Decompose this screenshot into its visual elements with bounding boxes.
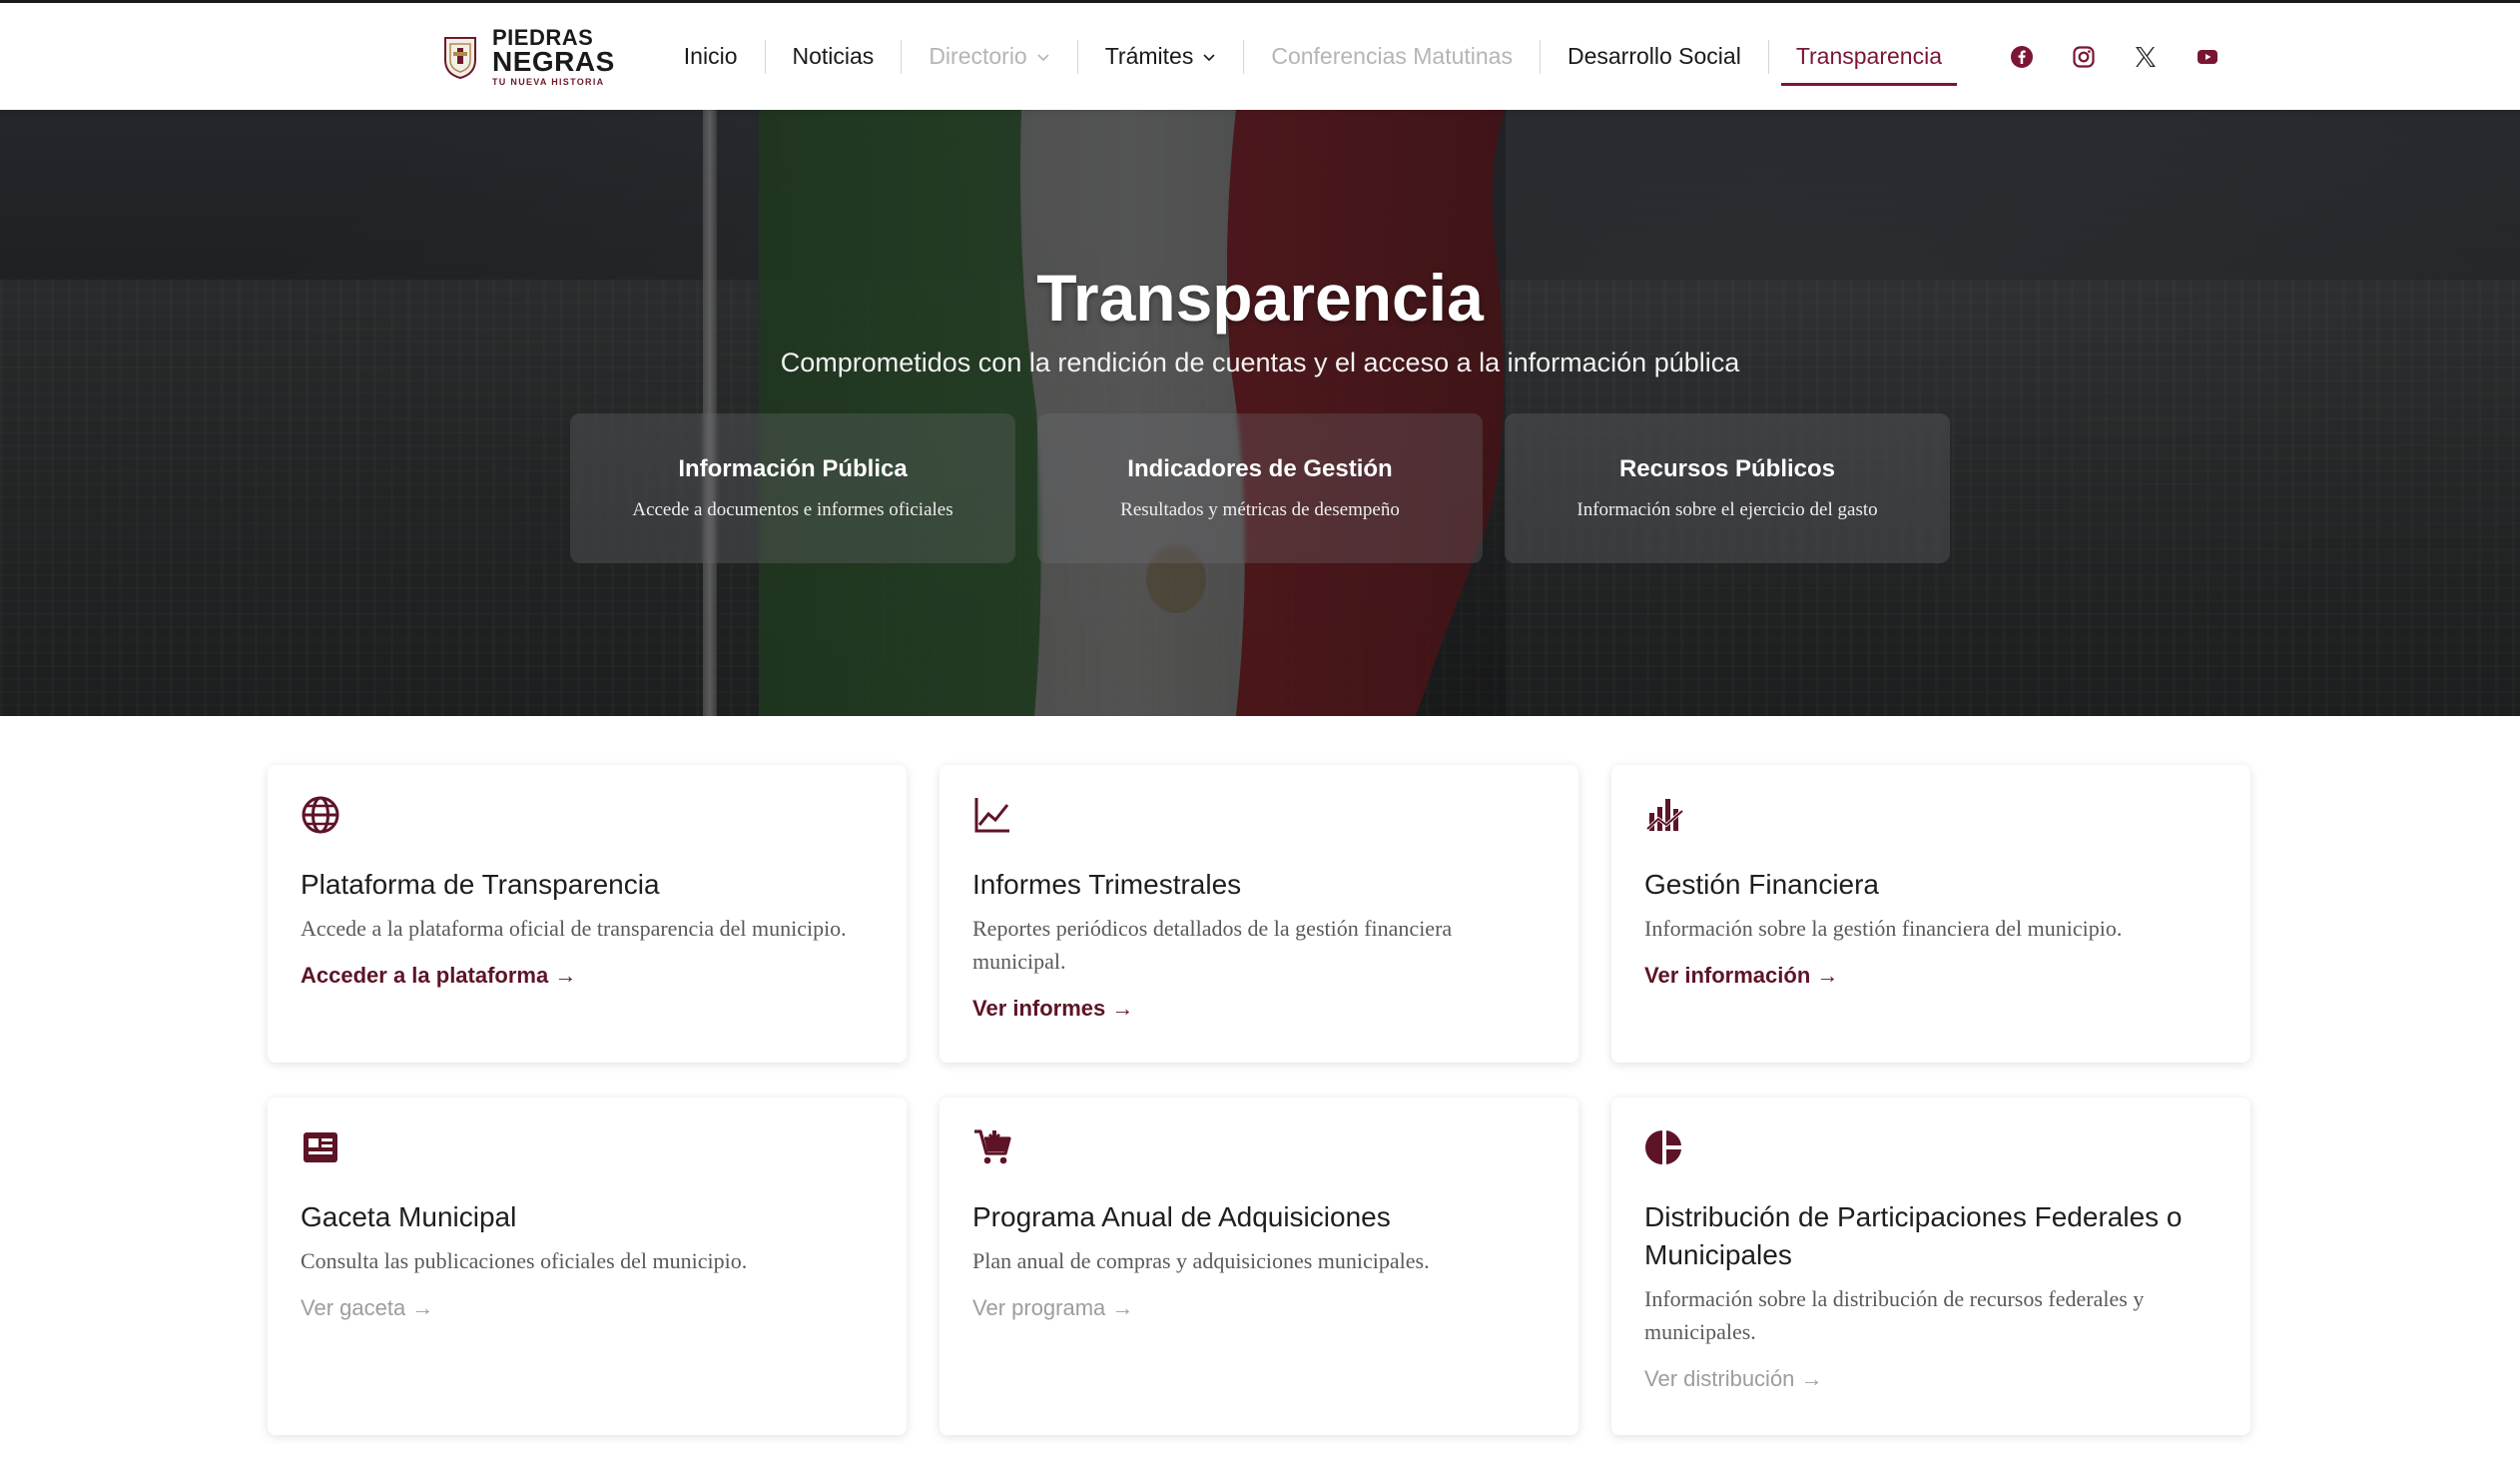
card-gaceta-municipal: Gaceta Municipal Consulta las publicacio… xyxy=(268,1098,907,1435)
hero-card-description: Resultados y métricas de desempeño xyxy=(1120,499,1400,520)
card-link[interactable]: Ver informes → xyxy=(972,996,1133,1021)
chevron-down-icon xyxy=(1037,53,1049,61)
newspaper-icon xyxy=(304,1132,337,1162)
transparency-cards-grid: Plataforma de Transparencia Accede a la … xyxy=(268,765,2250,1435)
card-distribucion-participaciones: Distribución de Participaciones Federale… xyxy=(1611,1098,2250,1435)
hero-card-description: Accede a documentos e informes oficiales xyxy=(632,499,953,520)
hero-subtitle: Comprometidos con la rendición de cuenta… xyxy=(780,348,1740,377)
hero-cards: Información Pública Accede a documentos … xyxy=(570,413,1950,563)
nav-item-inicio[interactable]: Inicio xyxy=(657,3,765,110)
card-programa-adquisiciones: Programa Anual de Adquisiciones Plan anu… xyxy=(940,1098,1578,1435)
card-description: Accede a la plataforma oficial de transp… xyxy=(301,916,847,941)
card-title: Programa Anual de Adquisiciones xyxy=(972,1201,1391,1232)
site-logo[interactable]: PIEDRAS NEGRAS TU NUEVA HISTORIA xyxy=(442,26,615,87)
facebook-icon[interactable] xyxy=(2008,43,2036,71)
card-link[interactable]: Acceder a la plataforma → xyxy=(301,963,576,988)
card-description: Reportes periódicos detallados de la ges… xyxy=(972,916,1453,974)
pie-chart-icon xyxy=(1644,1130,1681,1164)
card-description: Plan anual de compras y adquisiciones mu… xyxy=(972,1248,1430,1273)
card-description: Información sobre la gestión financiera … xyxy=(1644,916,2123,941)
card-link[interactable]: Ver programa → xyxy=(972,1295,1133,1320)
nav-item-transparencia[interactable]: Transparencia xyxy=(1769,3,1969,110)
logo-tagline: TU NUEVA HISTORIA xyxy=(492,76,605,87)
card-link[interactable]: Ver gaceta → xyxy=(301,1295,433,1320)
nav-item-label: Trámites xyxy=(1104,43,1194,69)
hero-card-informacion-publica[interactable]: Información Pública Accede a documentos … xyxy=(570,413,1015,563)
card-title: Gestión Financiera xyxy=(1644,869,1880,900)
hero-title: Transparencia xyxy=(1036,261,1484,335)
hero-banner: Transparencia Comprometidos con la rendi… xyxy=(0,110,2520,716)
chevron-down-icon xyxy=(1203,53,1215,61)
finance-chart-icon xyxy=(1645,799,1684,831)
logo-text: PIEDRAS NEGRAS TU NUEVA HISTORIA xyxy=(492,26,615,87)
coat-of-arms-icon xyxy=(444,36,476,79)
logo-line2: NEGRAS xyxy=(492,45,615,77)
card-title: Plataforma de Transparencia xyxy=(301,869,660,900)
hero-card-title: Indicadores de Gestión xyxy=(1127,455,1393,482)
top-navbar: PIEDRAS NEGRAS TU NUEVA HISTORIA Inicio … xyxy=(0,0,2520,110)
nav-item-desarrollo-social[interactable]: Desarrollo Social xyxy=(1541,3,1768,110)
instagram-icon[interactable] xyxy=(2070,43,2098,71)
nav-inner: PIEDRAS NEGRAS TU NUEVA HISTORIA Inicio … xyxy=(442,3,2238,110)
hero-card-indicadores-gestion[interactable]: Indicadores de Gestión Resultados y métr… xyxy=(1037,413,1483,563)
card-title: Gaceta Municipal xyxy=(301,1201,517,1232)
card-link[interactable]: Ver distribución → xyxy=(1644,1366,1823,1391)
nav-item-conferencias[interactable]: Conferencias Matutinas xyxy=(1244,3,1540,110)
card-plataforma-transparencia: Plataforma de Transparencia Accede a la … xyxy=(268,765,907,1063)
nav-item-tramites[interactable]: Trámites xyxy=(1078,3,1244,110)
globe-icon xyxy=(302,796,339,834)
nav-item-label: Directorio xyxy=(929,43,1027,69)
line-chart-icon xyxy=(974,798,1009,833)
card-title: Distribución de Participaciones Federale… xyxy=(1644,1201,2183,1270)
hero-card-title: Recursos Públicos xyxy=(1618,455,1836,482)
card-gestion-financiera: Gestión Financiera Información sobre la … xyxy=(1611,765,2250,1063)
youtube-icon[interactable] xyxy=(2194,43,2221,71)
x-icon[interactable] xyxy=(2132,43,2160,71)
card-description: Consulta las publicaciones oficiales del… xyxy=(301,1248,748,1273)
card-informes-trimestrales: Informes Trimestrales Reportes periódico… xyxy=(940,765,1578,1063)
social-links xyxy=(1991,43,2238,71)
hero-card-recursos-publicos[interactable]: Recursos Públicos Información sobre el e… xyxy=(1505,413,1950,563)
card-title: Informes Trimestrales xyxy=(972,869,1242,900)
nav-item-noticias[interactable]: Noticias xyxy=(766,3,902,110)
hero-card-description: Información sobre el ejercicio del gasto xyxy=(1576,499,1878,520)
nav-item-directorio[interactable]: Directorio xyxy=(902,3,1076,110)
hero-card-title: Información Pública xyxy=(678,455,908,482)
card-link[interactable]: Ver información → xyxy=(1644,963,1838,988)
cart-icon xyxy=(974,1129,1011,1164)
card-description: Información sobre la distribución de rec… xyxy=(1644,1286,2145,1344)
